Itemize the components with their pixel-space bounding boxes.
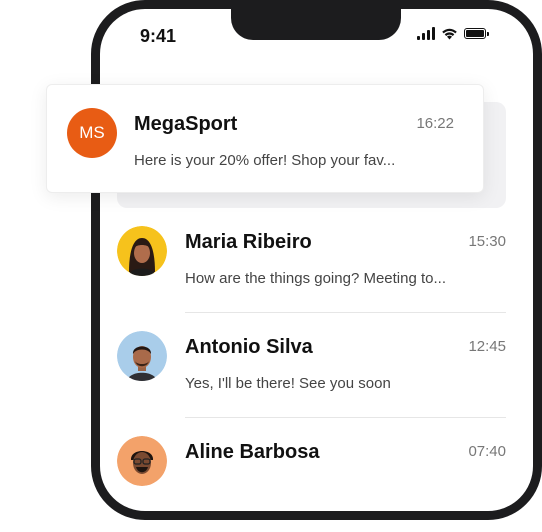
contact-name: Maria Ribeiro [185, 231, 312, 253]
battery-icon [464, 28, 489, 39]
message-time: 15:30 [468, 233, 506, 250]
message-time: 12:45 [468, 338, 506, 355]
notification-sender: MegaSport [134, 113, 238, 135]
divider [185, 417, 506, 418]
message-preview: How are the things going? Meeting to... [185, 270, 446, 287]
push-notification[interactable]: MS MegaSport 16:22 Here is your 20% offe… [46, 84, 484, 193]
cellular-signal-icon [417, 27, 435, 40]
contact-name: Aline Barbosa [185, 441, 320, 463]
notification-avatar: MS [67, 108, 117, 158]
avatar [117, 331, 167, 381]
avatar [117, 226, 167, 276]
contact-name: Antonio Silva [185, 336, 313, 358]
wifi-icon [442, 28, 457, 40]
phone-notch [231, 0, 401, 40]
message-time: 07:40 [468, 443, 506, 460]
notification-time: 16:22 [416, 115, 454, 132]
message-preview: Yes, I'll be there! See you soon [185, 375, 391, 392]
chat-list-item[interactable]: Antonio Silva 12:45 Yes, I'll be there! … [117, 322, 506, 427]
avatar [117, 436, 167, 486]
chat-list-item[interactable]: Aline Barbosa 07:40 [117, 427, 506, 532]
notification-preview: Here is your 20% offer! Shop your fav... [134, 152, 396, 169]
status-time: 9:41 [140, 26, 177, 46]
status-icons [417, 27, 489, 40]
divider [185, 312, 506, 313]
chat-list-item[interactable]: Maria Ribeiro 15:30 How are the things g… [117, 217, 506, 322]
